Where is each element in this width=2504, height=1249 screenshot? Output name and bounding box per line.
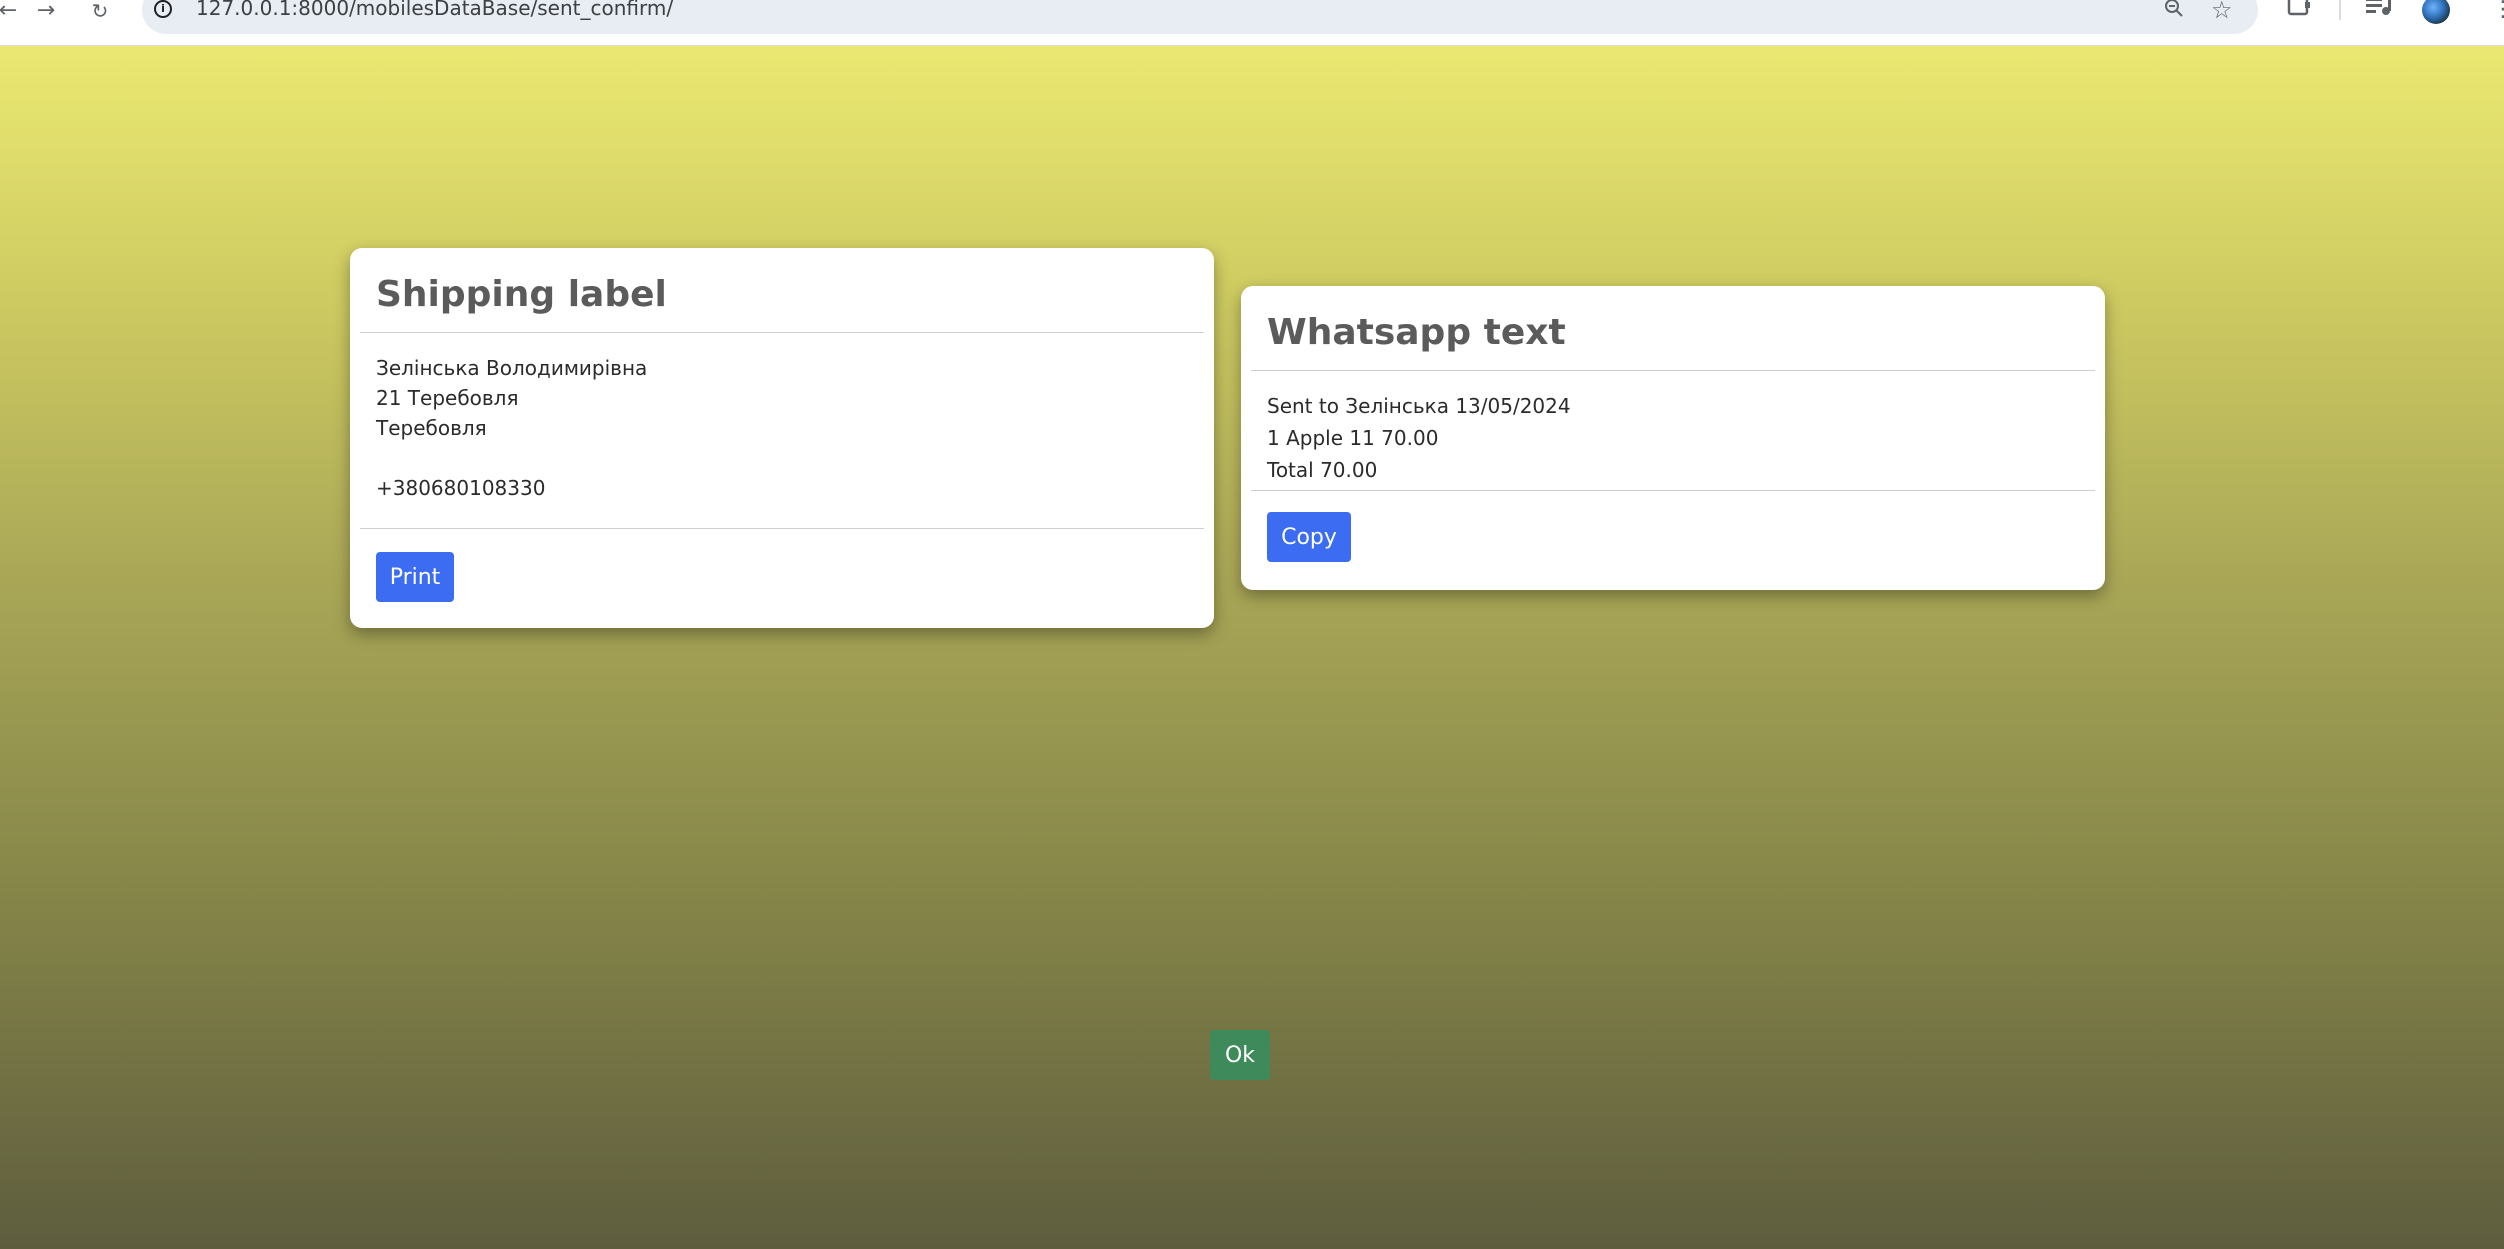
message-line-2: 1 Apple 11 70.00 (1267, 426, 1439, 450)
shipping-label-title: Shipping label (376, 274, 667, 315)
site-info-icon[interactable]: i (154, 0, 172, 18)
bookmark-star-icon[interactable]: ☆ (2211, 0, 2233, 22)
message-line-1: Sent to Зелінська 13/05/2024 (1267, 394, 1571, 418)
header-divider (360, 332, 1204, 333)
whatsapp-text-title: Whatsapp text (1267, 312, 1566, 353)
back-icon[interactable]: ← (0, 0, 22, 22)
footer-divider (1251, 490, 2095, 491)
menu-kebab-icon[interactable]: ⋮ (2492, 0, 2504, 22)
reload-icon[interactable]: ↻ (86, 0, 114, 22)
forward-icon[interactable]: → (32, 0, 60, 22)
copy-button[interactable]: Copy (1267, 512, 1351, 562)
address-line-1: 21 Теребовля (376, 386, 519, 410)
header-divider (1251, 370, 2095, 371)
media-controls-icon[interactable] (2366, 0, 2394, 24)
url-text[interactable]: 127.0.0.1:8000/mobilesDataBase/sent_conf… (196, 0, 673, 20)
phone-number: +380680108330 (376, 476, 546, 500)
browser-toolbar: ← → ↻ i 127.0.0.1:8000/mobilesDataBase/s… (0, 0, 2504, 46)
profile-avatar[interactable] (2422, 0, 2450, 24)
page-background: Shipping label Зелінська Володимирівна 2… (0, 46, 2504, 1249)
address-line-2: Теребовля (376, 416, 487, 440)
print-button[interactable]: Print (376, 552, 454, 602)
ok-button[interactable]: Ok (1210, 1030, 1270, 1080)
whatsapp-text-card: Whatsapp text Sent to Зелінська 13/05/20… (1241, 286, 2105, 590)
toolbar-separator (2339, 0, 2341, 20)
shipping-label-card: Shipping label Зелінська Володимирівна 2… (350, 248, 1214, 628)
recipient-name: Зелінська Володимирівна (376, 356, 648, 380)
message-line-3: Total 70.00 (1267, 458, 1378, 482)
extensions-icon[interactable] (2286, 0, 2312, 26)
zoom-icon[interactable] (2162, 0, 2186, 26)
footer-divider (360, 528, 1204, 529)
